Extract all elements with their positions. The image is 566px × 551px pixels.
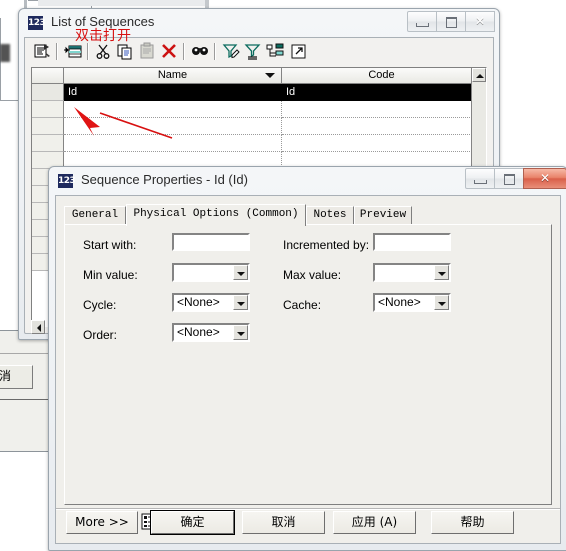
sort-descending-icon: [265, 73, 275, 78]
close-icon: ✕: [539, 171, 551, 185]
minimize-button[interactable]: [407, 11, 437, 32]
incremented-by-label: Incremented by:: [283, 238, 370, 252]
annotation-text: 双击打开: [75, 28, 131, 44]
include-filter-icon[interactable]: [221, 42, 241, 61]
start-with-input[interactable]: [172, 233, 250, 251]
close-icon: ✕: [474, 14, 486, 28]
ok-button[interactable]: 确定: [151, 511, 234, 534]
chevron-down-icon[interactable]: [434, 295, 449, 310]
min-value-label: Min value:: [83, 268, 138, 282]
grid-header-row: Name Code: [32, 68, 486, 84]
max-value-label: Max value:: [283, 268, 342, 282]
order-combobox[interactable]: <None>: [172, 323, 250, 342]
desktop-background-right: [209, 0, 566, 5]
grid-header-code[interactable]: Code: [282, 68, 482, 84]
cell-code: Id: [282, 84, 482, 101]
table-row[interactable]: [32, 118, 486, 135]
table-row[interactable]: [32, 135, 486, 152]
row-indicator: [32, 84, 64, 101]
cache-text: <None>: [378, 295, 421, 309]
background-dialog: 取消: [0, 330, 50, 452]
toolbar-separator-3: [183, 43, 185, 60]
find-icon[interactable]: [190, 42, 210, 61]
tab-general[interactable]: General: [64, 206, 126, 225]
row-indicator: [32, 118, 64, 135]
grid-header-name[interactable]: Name: [64, 68, 282, 84]
scroll-up-button[interactable]: [472, 68, 486, 82]
dialog-button-row: More >> 确定 取消 应用 (A) 帮助: [64, 509, 552, 537]
physical-options-panel: Start with: Incremented by: Min value: M…: [64, 224, 552, 505]
property-tabs: General Physical Options (Common) Notes …: [64, 204, 552, 226]
properties-icon[interactable]: [33, 42, 53, 61]
minimize-button[interactable]: [465, 168, 495, 189]
filter-icon[interactable]: [243, 42, 263, 61]
cell-name: Id: [64, 84, 282, 101]
minimize-icon: [416, 23, 429, 27]
window-shadow: [0, 44, 10, 62]
close-button[interactable]: ✕: [523, 168, 566, 189]
background-window-strip: [38, 0, 208, 6]
toolbar-separator: [56, 43, 58, 60]
app-123-icon: 123: [28, 16, 46, 30]
grid-header-indicator: [32, 68, 64, 84]
background-dialog-divider-2: [0, 399, 49, 400]
tree-icon[interactable]: [265, 42, 285, 61]
max-value-combobox[interactable]: [373, 263, 451, 282]
row-indicator: [32, 101, 64, 118]
cache-combobox[interactable]: <None>: [373, 293, 451, 312]
order-text: <None>: [177, 325, 220, 339]
row-indicator: [32, 135, 64, 152]
cycle-combobox[interactable]: <None>: [172, 293, 250, 312]
sequence-properties-client: General Physical Options (Common) Notes …: [55, 195, 561, 544]
tab-preview[interactable]: Preview: [354, 206, 412, 225]
start-with-label: Start with:: [83, 238, 137, 252]
background-dialog-cancel-button[interactable]: 取消: [0, 365, 33, 389]
app-123-icon: 123: [58, 174, 76, 188]
minimize-icon: [474, 180, 487, 184]
cell-name: [64, 135, 282, 152]
min-value-combobox[interactable]: [172, 263, 250, 282]
toolbar-separator-2: [87, 43, 89, 60]
restore-icon: [504, 174, 515, 185]
help-button[interactable]: 帮助: [431, 511, 514, 534]
chevron-down-icon[interactable]: [233, 265, 248, 280]
close-button[interactable]: ✕: [465, 11, 495, 32]
more-button[interactable]: More >>: [66, 511, 138, 534]
sequence-properties-titlebar[interactable]: 123 Sequence Properties - Id (Id) ✕: [49, 167, 566, 195]
apply-button[interactable]: 应用 (A): [333, 511, 416, 534]
chevron-down-icon[interactable]: [434, 265, 449, 280]
cell-name: [64, 118, 282, 135]
cell-code: [282, 135, 482, 152]
grid-header-name-label: Name: [157, 69, 188, 81]
restore-button[interactable]: [494, 168, 524, 189]
cancel-button[interactable]: 取消: [242, 511, 325, 534]
table-row[interactable]: [32, 101, 486, 118]
cycle-label: Cycle:: [83, 298, 117, 312]
grid-header-code-label: Code: [368, 69, 395, 81]
table-row[interactable]: Id Id: [32, 84, 486, 101]
tab-physical-options[interactable]: Physical Options (Common): [126, 204, 306, 226]
cycle-text: <None>: [177, 295, 220, 309]
cell-code: [282, 101, 482, 118]
sequence-properties-window: 123 Sequence Properties - Id (Id) ✕ Gene…: [48, 166, 566, 551]
scroll-left-button[interactable]: [31, 320, 45, 334]
chevron-down-icon[interactable]: [233, 325, 248, 340]
open-icon[interactable]: [289, 42, 309, 61]
delete-icon[interactable]: [159, 42, 179, 61]
cell-code: [282, 118, 482, 135]
restore-icon: [446, 17, 457, 28]
tab-notes[interactable]: Notes: [306, 206, 354, 225]
order-label: Order:: [83, 328, 118, 342]
toolbar-separator-4: [214, 43, 216, 60]
cache-label: Cache:: [283, 298, 322, 312]
cell-name: [64, 101, 282, 118]
sequence-properties-title: Sequence Properties - Id (Id): [81, 172, 248, 187]
restore-button[interactable]: [436, 11, 466, 32]
background-dialog-divider: [0, 353, 49, 354]
paste-icon[interactable]: [137, 42, 157, 61]
chevron-down-icon[interactable]: [233, 295, 248, 310]
incremented-by-input[interactable]: [373, 233, 451, 251]
